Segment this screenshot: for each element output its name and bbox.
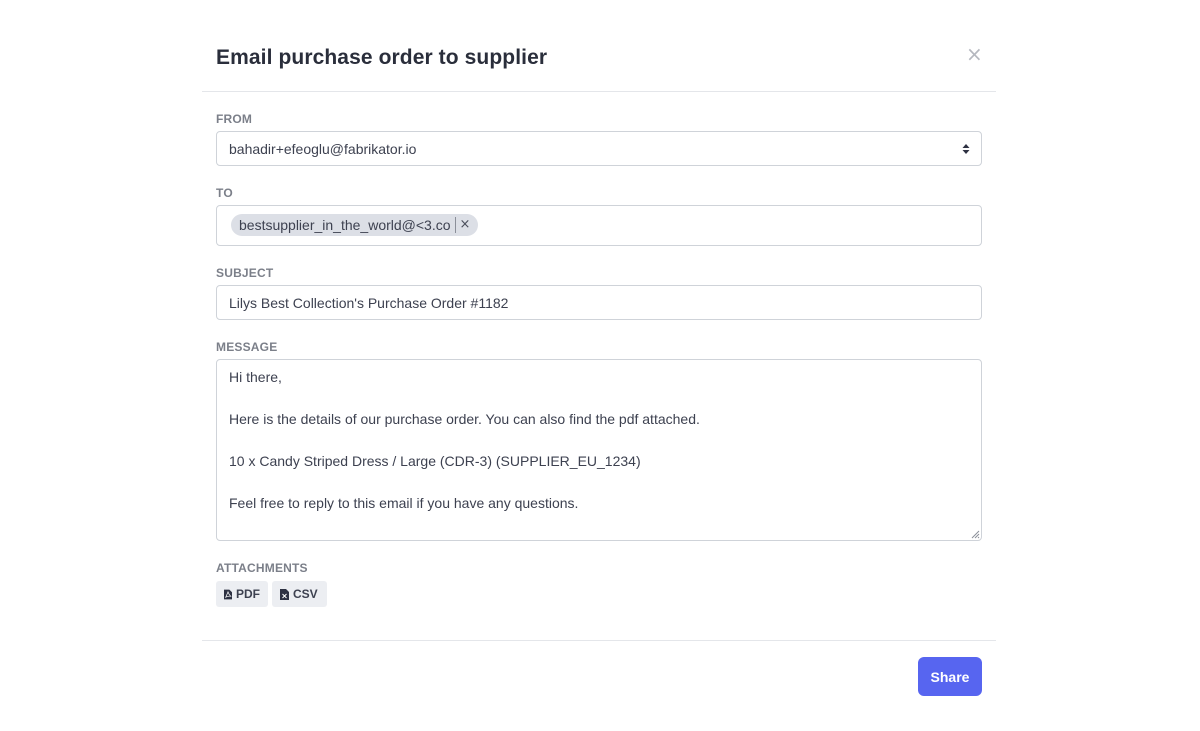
- modal-title: Email purchase order to supplier: [216, 46, 548, 69]
- share-button[interactable]: Share: [918, 657, 982, 696]
- modal-header: Email purchase order to supplier ×: [202, 20, 996, 92]
- file-csv-icon: [280, 588, 289, 600]
- attachment-pdf-label: PDF: [236, 587, 260, 601]
- email-purchase-order-modal: Email purchase order to supplier × FROM …: [202, 20, 996, 711]
- subject-label: SUBJECT: [216, 266, 274, 280]
- subject-input[interactable]: Lilys Best Collection's Purchase Order #…: [216, 285, 982, 320]
- remove-recipient-icon[interactable]: ×: [460, 214, 471, 236]
- subject-input-value: Lilys Best Collection's Purchase Order #…: [229, 295, 509, 311]
- attachments-label: ATTACHMENTS: [216, 561, 308, 575]
- message-line: 10 x Candy Striped Dress / Large (CDR-3)…: [229, 453, 641, 469]
- message-line: Feel free to reply to this email if you …: [229, 495, 579, 511]
- file-pdf-icon: [224, 589, 232, 599]
- message-textarea[interactable]: Hi there, Here is the details of our pur…: [216, 359, 982, 541]
- recipient-chip-email: bestsupplier_in_the_world@<3.co: [239, 217, 451, 233]
- attachment-csv-label: CSV: [293, 587, 318, 601]
- chip-divider: [454, 217, 456, 233]
- from-select[interactable]: bahadir+efeoglu@fabrikator.io: [216, 131, 982, 166]
- to-recipients-input[interactable]: bestsupplier_in_the_world@<3.co ×: [216, 205, 982, 246]
- close-icon[interactable]: ×: [966, 44, 983, 64]
- to-label: TO: [216, 186, 233, 200]
- attachment-pdf-button[interactable]: PDF: [216, 581, 268, 607]
- resize-grip-icon[interactable]: [970, 529, 980, 539]
- attachment-csv-button[interactable]: CSV: [272, 581, 327, 607]
- message-line: Hi there,: [229, 369, 282, 385]
- attachments-list: PDF CSV: [216, 581, 416, 607]
- modal-footer: Share: [202, 640, 996, 712]
- select-arrows-icon: [962, 144, 970, 154]
- recipient-chip: bestsupplier_in_the_world@<3.co ×: [231, 214, 479, 236]
- from-label: FROM: [216, 112, 253, 126]
- from-select-value: bahadir+efeoglu@fabrikator.io: [229, 141, 417, 157]
- message-label: MESSAGE: [216, 340, 278, 354]
- message-line: Here is the details of our purchase orde…: [229, 411, 700, 427]
